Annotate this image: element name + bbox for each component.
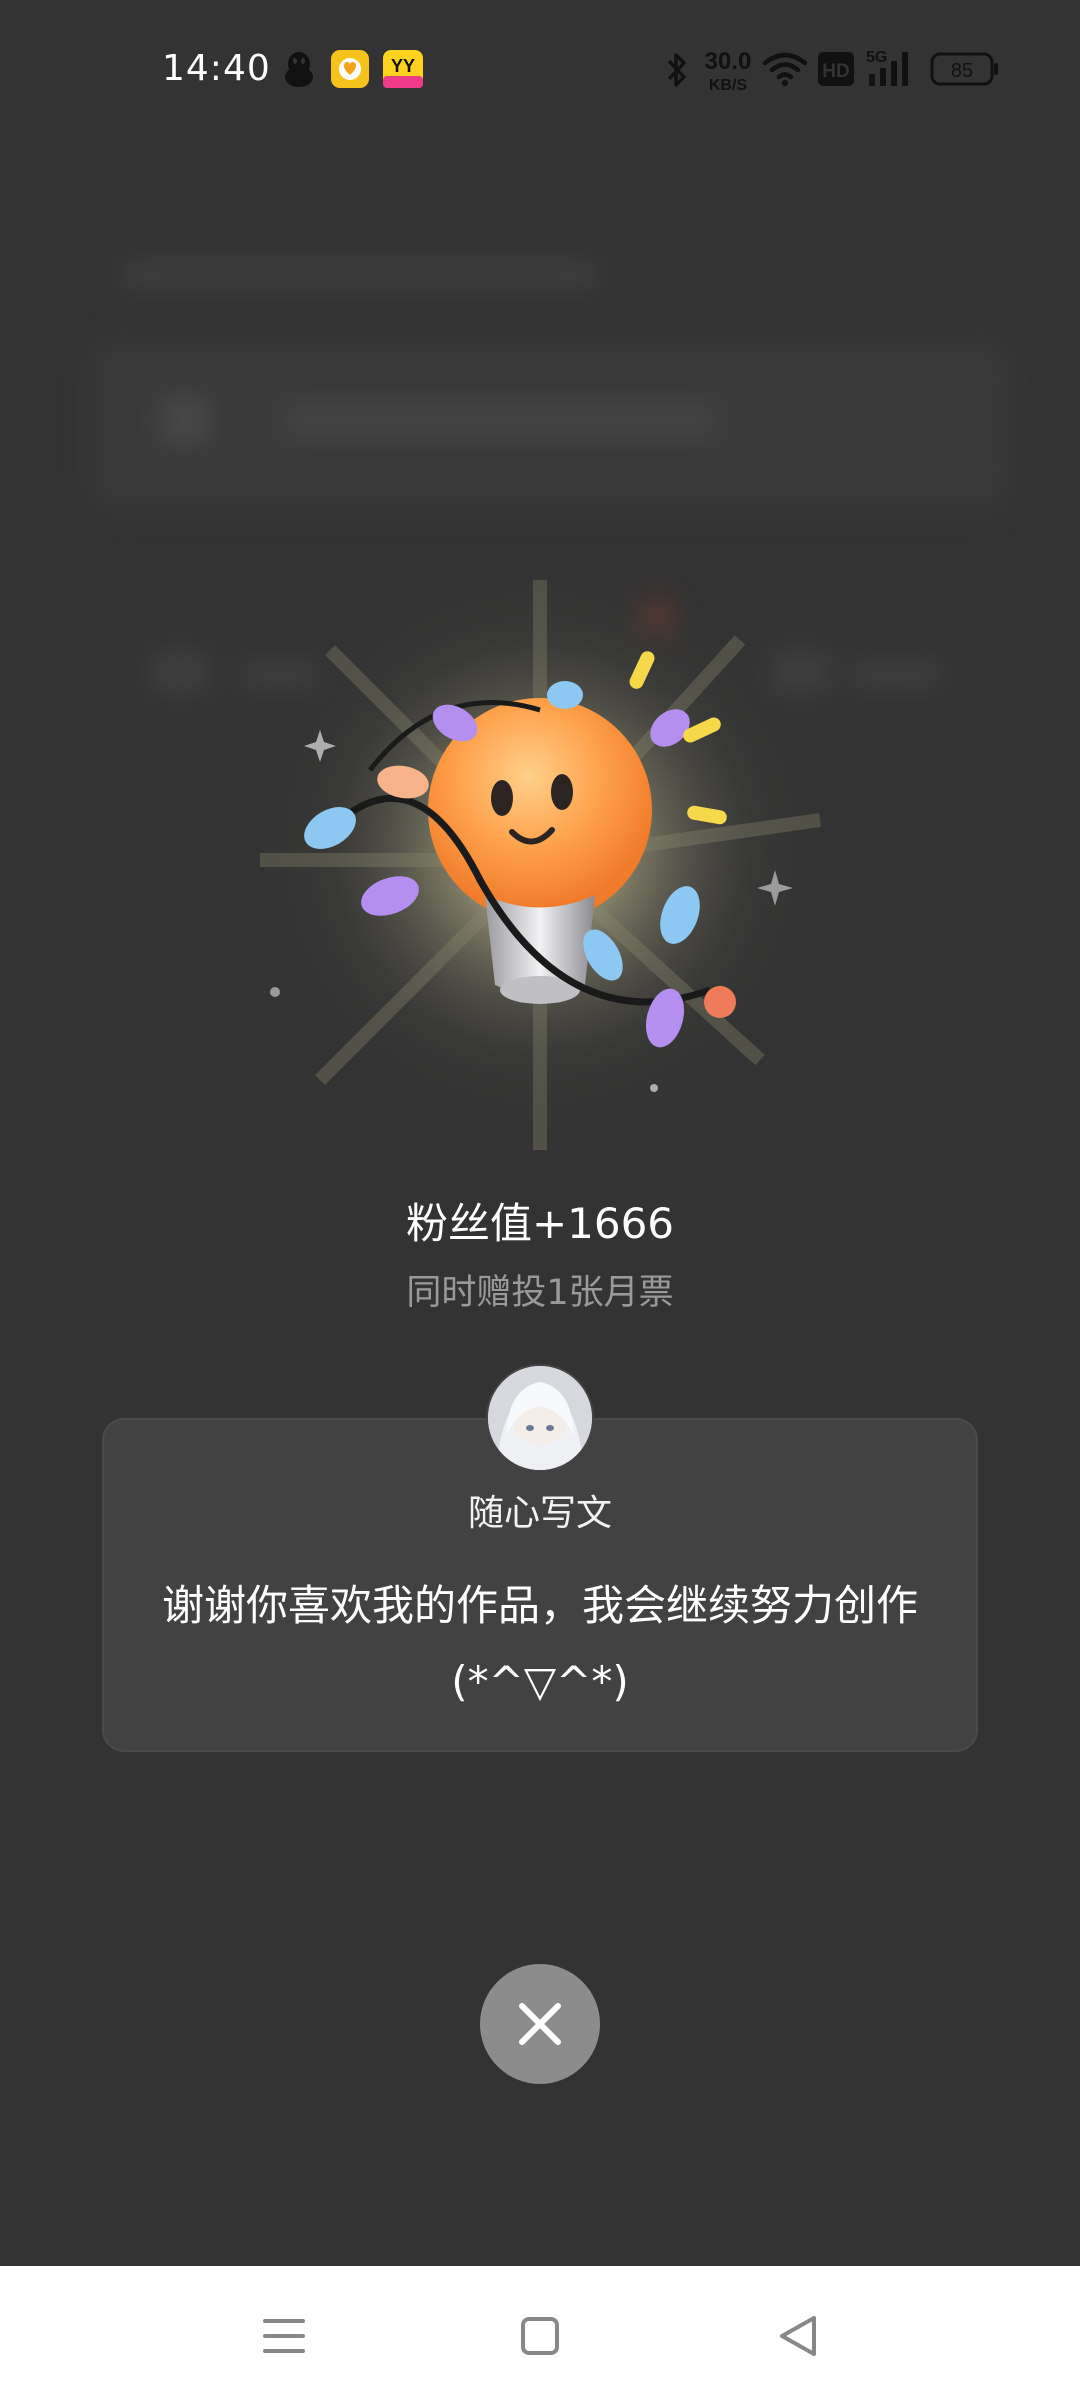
yy-app-label: YY: [391, 56, 415, 76]
close-icon: [519, 2003, 561, 2045]
close-button[interactable]: [480, 1964, 600, 2084]
home-icon: [521, 2317, 559, 2355]
heart-app-icon: [331, 50, 369, 88]
yy-app-icon: YY: [383, 50, 423, 88]
bluetooth-icon: [667, 53, 686, 87]
net-speed-unit: KB/S: [709, 77, 748, 94]
menu-icon: [263, 2319, 305, 2353]
signal-5g-label: 5G: [866, 49, 887, 66]
author-message: 谢谢你喜欢我的作品，我会继续努力创作(*^▽^*): [161, 1581, 918, 1706]
screen: 14:40 YY 30.0 KB/S HD 5G 85 粉丝值+1666 同时赠…: [0, 0, 1080, 2400]
hd-label: HD: [822, 61, 849, 82]
hd-icon: HD: [818, 52, 854, 86]
system-nav-bar: [0, 2266, 1080, 2400]
battery-icon: 85: [930, 52, 998, 86]
reward-title: 粉丝值+1666: [405, 1199, 675, 1248]
qq-penguin-icon: [285, 52, 313, 87]
back-button[interactable]: [748, 2286, 848, 2386]
recents-button[interactable]: [234, 2286, 334, 2386]
author-avatar[interactable]: [486, 1364, 594, 1472]
wifi-icon: [762, 52, 808, 87]
battery-level: 85: [951, 60, 973, 82]
status-time: 14:40: [162, 48, 271, 89]
reward-subtitle: 同时赠投1张月票: [406, 1273, 674, 1313]
avatar-image: [488, 1366, 592, 1470]
author-name: 随心写文: [467, 1493, 612, 1534]
signal-5g-icon: 5G: [866, 49, 908, 86]
home-button[interactable]: [490, 2286, 590, 2386]
network-speed-indicator: 30.0 KB/S: [705, 48, 752, 94]
status-bar: 14:40 YY 30.0 KB/S HD 5G 85: [0, 0, 1080, 140]
net-speed-value: 30.0: [705, 48, 752, 75]
lightbulb-illustration: [240, 560, 840, 1160]
back-icon: [780, 2316, 816, 2356]
